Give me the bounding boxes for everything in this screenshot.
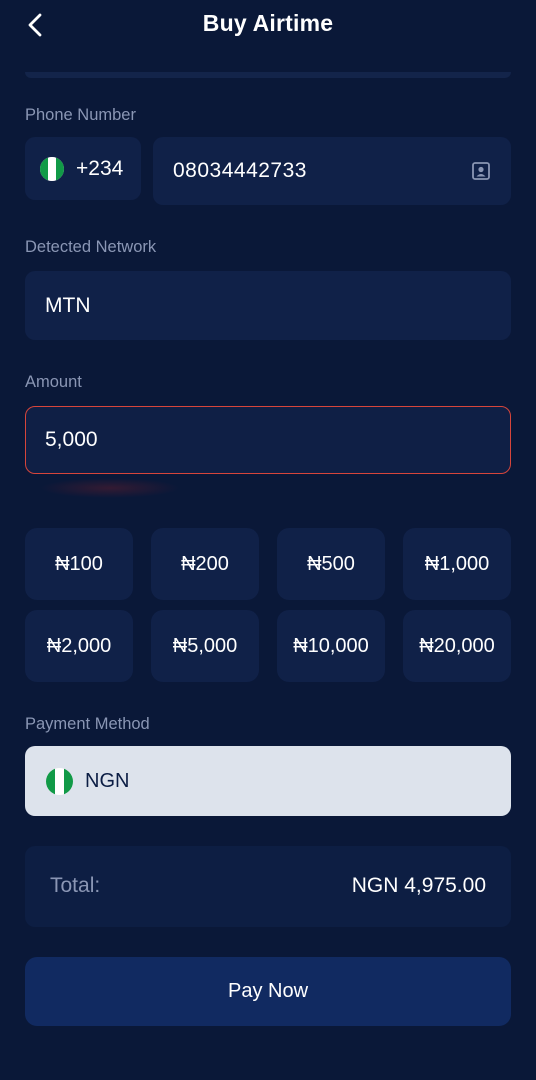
phone-number-value: 08034442733 (173, 159, 307, 182)
phone-number-label: Phone Number (25, 106, 136, 124)
phone-number-input[interactable]: 08034442733 (153, 137, 511, 205)
network-value: MTN (45, 293, 91, 317)
country-code-selector[interactable]: +234 (25, 137, 141, 200)
payment-method-selector[interactable]: NGN (25, 746, 511, 816)
nigeria-flag-icon (40, 156, 64, 181)
preset-amount-button[interactable]: ₦500 (277, 528, 385, 600)
preset-amount-button[interactable]: ₦20,000 (403, 610, 511, 682)
network-field: MTN (25, 271, 511, 340)
preset-amount-button[interactable]: ₦10,000 (277, 610, 385, 682)
detected-network-label: Detected Network (25, 238, 157, 256)
preset-amount-button[interactable]: ₦100 (25, 528, 133, 600)
amount-label: Amount (25, 373, 82, 391)
pay-now-button[interactable]: Pay Now (25, 957, 511, 1026)
buy-airtime-screen: Buy Airtime Phone Number +234 0803444273… (0, 0, 536, 1080)
contact-book-icon[interactable] (471, 161, 491, 181)
amount-error-glow (40, 478, 180, 498)
total-value: NGN 4,975.00 (351, 874, 486, 897)
preset-amount-button[interactable]: ₦5,000 (151, 610, 259, 682)
page-title: Buy Airtime (202, 10, 334, 36)
amount-value: 5,000 (45, 428, 98, 451)
preset-amount-button[interactable]: ₦2,000 (25, 610, 133, 682)
preset-amount-button[interactable]: ₦200 (151, 528, 259, 600)
previous-field-edge (25, 72, 511, 78)
amount-input[interactable]: 5,000 (25, 406, 511, 474)
nigeria-flag-icon (46, 767, 73, 795)
preset-amount-button[interactable]: ₦1,000 (403, 528, 511, 600)
payment-method-label: Payment Method (25, 715, 150, 733)
payment-currency: NGN (85, 769, 130, 792)
total-label: Total: (50, 874, 101, 897)
country-code: +234 (76, 156, 124, 180)
header: Buy Airtime (0, 0, 536, 52)
total-summary: Total: NGN 4,975.00 (25, 846, 511, 927)
